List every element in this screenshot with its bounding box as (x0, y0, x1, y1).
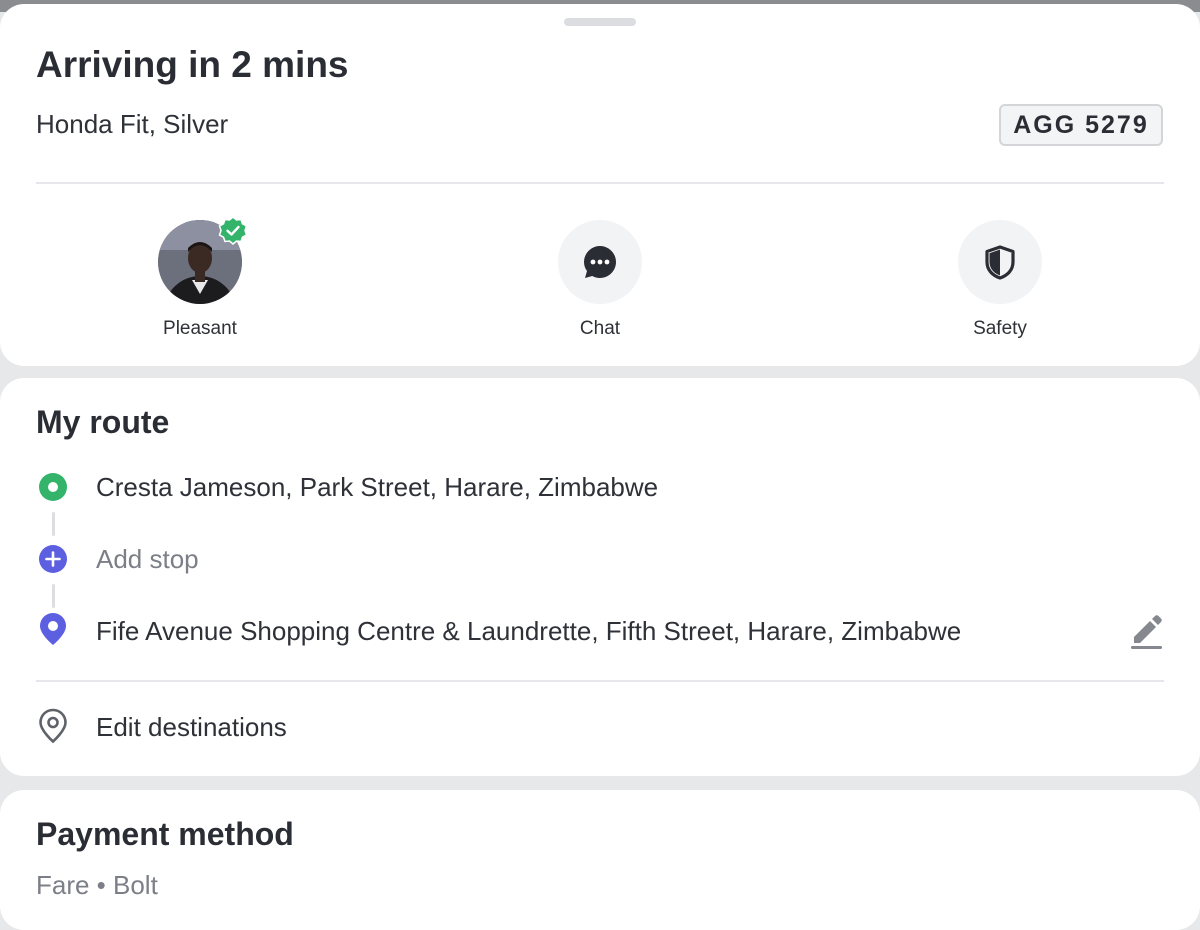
route-title: My route (36, 404, 170, 440)
chat-button[interactable]: Chat (500, 220, 700, 340)
pickup-dot-icon (39, 473, 67, 501)
driver-rating-label: Pleasant (163, 318, 237, 339)
edit-destinations-row[interactable]: Edit destinations (0, 706, 1200, 746)
edit-destinations-label: Edit destinations (96, 712, 287, 742)
destination-address: Fife Avenue Shopping Centre & Laundrette… (96, 616, 962, 646)
location-outline-icon (39, 708, 67, 744)
add-stop-label: Add stop (96, 544, 199, 574)
trip-divider (36, 182, 1164, 184)
chat-icon (584, 246, 616, 278)
vehicle-description: Honda Fit, Silver (36, 109, 229, 139)
add-stop-icon (39, 545, 67, 573)
safety-button[interactable]: Safety (900, 220, 1100, 340)
destination-row[interactable]: Fife Avenue Shopping Centre & Laundrette… (0, 610, 1200, 650)
safety-circle (958, 220, 1042, 304)
pickup-row[interactable]: Cresta Jameson, Park Street, Harare, Zim… (0, 466, 1200, 506)
license-plate: AGG 5279 (999, 104, 1163, 146)
driver-avatar (158, 216, 248, 304)
drag-handle[interactable] (564, 18, 636, 26)
chat-label: Chat (579, 318, 621, 339)
arrival-title: Arriving in 2 mins (36, 44, 349, 85)
route-connector (52, 512, 55, 536)
edit-pencil-icon[interactable] (1128, 610, 1164, 650)
verified-badge-icon (218, 216, 248, 245)
payment-card[interactable]: Payment method Fare • Bolt (0, 790, 1200, 930)
route-card: My route Cresta Jameson, Park Street, Ha… (0, 378, 1200, 776)
driver-rating-button[interactable]: Pleasant (100, 216, 300, 340)
shield-icon (985, 245, 1015, 280)
route-divider (36, 680, 1164, 682)
payment-subtitle: Fare • Bolt (36, 870, 158, 900)
payment-title: Payment method (36, 816, 294, 852)
chat-circle (558, 220, 642, 304)
trip-status-card: Arriving in 2 mins Honda Fit, Silver AGG… (0, 4, 1200, 366)
add-stop-row[interactable]: Add stop (0, 538, 1200, 578)
safety-label: Safety (973, 318, 1027, 339)
route-connector (52, 584, 55, 608)
destination-pin-icon (40, 613, 66, 645)
pickup-address: Cresta Jameson, Park Street, Harare, Zim… (96, 472, 659, 502)
